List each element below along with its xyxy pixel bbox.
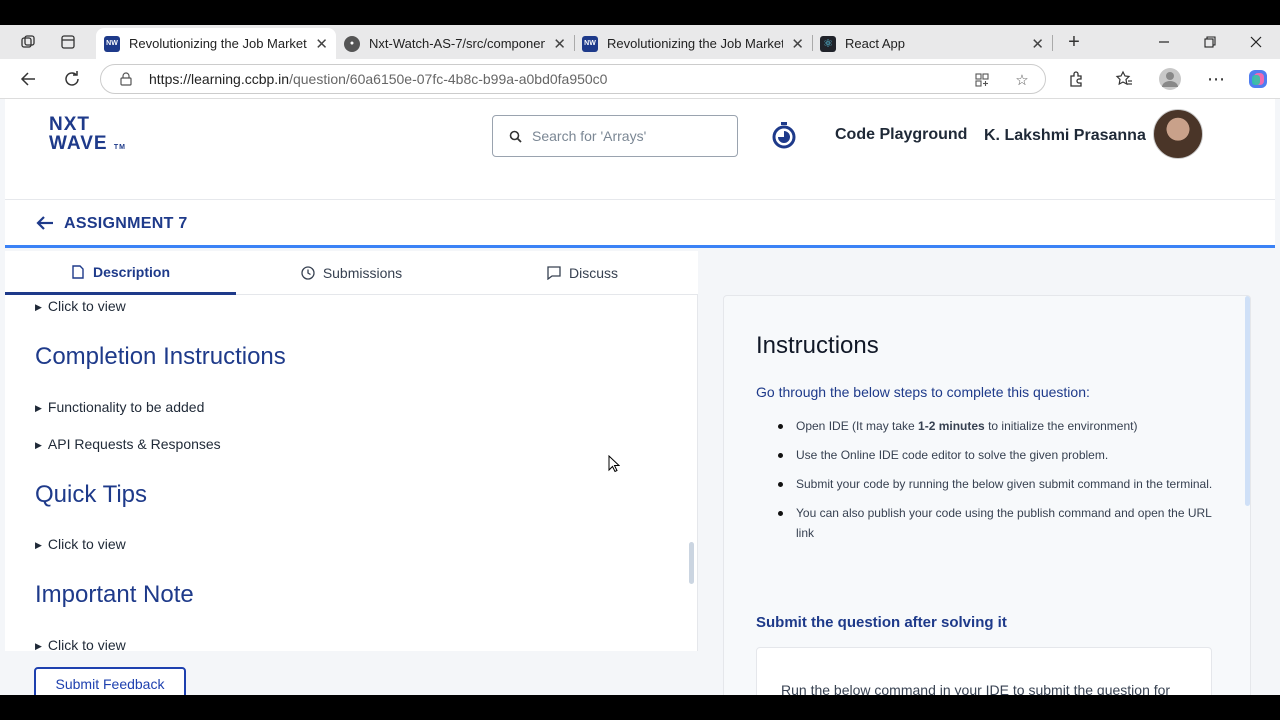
search-box[interactable] — [492, 115, 738, 157]
browser-tab-4[interactable]: ⚛ React App ✕ — [812, 28, 1052, 59]
document-icon — [71, 264, 85, 279]
copilot-icon[interactable] — [1244, 65, 1272, 93]
nxtwave-favicon-icon: NW — [582, 35, 598, 52]
browser-window: NW Revolutionizing the Job Market | N ✕ … — [0, 25, 1280, 695]
panel-tabs: Description Submissions Discuss — [5, 251, 698, 295]
scrollbar-thumb[interactable] — [689, 542, 694, 584]
avatar[interactable] — [1153, 109, 1203, 159]
close-tab-icon[interactable]: ✕ — [1031, 35, 1044, 53]
close-tab-icon[interactable]: ✕ — [553, 35, 566, 53]
mouse-cursor-icon — [608, 454, 621, 473]
more-menu-icon[interactable]: ⋯ — [1202, 65, 1230, 93]
url-host: https://learning.ccbp.in — [149, 71, 290, 87]
details-toggle[interactable]: Click to view — [35, 298, 126, 314]
browser-tab-3[interactable]: NW Revolutionizing the Job Market | N ✕ — [574, 28, 812, 59]
tab-description[interactable]: Description — [5, 251, 236, 295]
section-heading: Completion Instructions — [35, 343, 286, 370]
profile-icon[interactable] — [1156, 65, 1184, 93]
chat-icon — [547, 266, 561, 280]
list-item: Use the Online IDE code editor to solve … — [778, 445, 1218, 465]
search-icon — [509, 130, 522, 143]
tab-label: Description — [92, 263, 170, 280]
new-tab-icon[interactable]: + — [1062, 28, 1086, 56]
description-panel[interactable]: Click to view Completion Instructions Fu… — [5, 295, 698, 651]
tab-title: Nxt-Watch-AS-7/src/components — [369, 36, 546, 51]
url-text[interactable]: https://learning.ccbp.in/question/60a615… — [149, 71, 607, 87]
back-arrow-icon[interactable] — [14, 65, 42, 93]
assignment-bar: ASSIGNMENT 7 — [5, 200, 1275, 248]
instructions-intro: Go through the below steps to complete t… — [756, 384, 1090, 400]
vertical-tabs-icon[interactable] — [48, 25, 88, 59]
command-card: Run the below command in your IDE to sub… — [756, 647, 1212, 695]
close-window-icon[interactable] — [1233, 25, 1279, 59]
close-tab-icon[interactable]: ✕ — [791, 35, 804, 53]
list-item: Submit your code by running the below gi… — [778, 474, 1218, 494]
list-item: Open IDE (It may take 1-2 minutes to ini… — [778, 416, 1218, 436]
react-favicon-icon: ⚛ — [820, 35, 836, 52]
step-bold: 1-2 minutes — [918, 419, 985, 433]
step-text: Open IDE (It may take — [796, 419, 919, 433]
site-header: NXT WAVE TM Code Playground K. Lakshmi P… — [5, 99, 1275, 200]
nxtwave-favicon-icon: NW — [104, 35, 120, 52]
user-name[interactable]: K. Lakshmi Prasanna — [984, 127, 1146, 145]
tab-divider — [1052, 35, 1053, 51]
code-playground-link[interactable]: Code Playground — [835, 126, 967, 144]
minimize-icon[interactable] — [1141, 25, 1187, 59]
browser-tab-1[interactable]: NW Revolutionizing the Job Market | N ✕ — [96, 28, 336, 59]
nxtwave-logo[interactable]: NXT WAVE TM — [49, 115, 126, 157]
app-available-icon[interactable] — [971, 69, 993, 91]
section-heading: Quick Tips — [35, 481, 148, 508]
details-toggle[interactable]: Click to view — [35, 637, 126, 651]
tab-label: Discuss — [568, 265, 618, 281]
assignment-title: ASSIGNMENT 7 — [64, 215, 188, 232]
clock-icon — [301, 266, 315, 280]
instructions-list: Open IDE (It may take 1-2 minutes to ini… — [778, 416, 1218, 552]
list-item: You can also publish your code using the… — [778, 503, 1218, 543]
address-toolbar: https://learning.ccbp.in/question/60a615… — [0, 59, 1280, 99]
browser-tab-2[interactable]: ● Nxt-Watch-AS-7/src/components ✕ — [336, 28, 574, 59]
search-input[interactable] — [532, 128, 722, 144]
url-path: /question/60a6150e-07fc-4b8c-b99a-a0bd0f… — [289, 71, 608, 87]
logo-line-1: NXT — [49, 114, 90, 135]
lock-icon[interactable] — [119, 71, 133, 87]
workspaces-icon[interactable] — [8, 25, 48, 59]
details-toggle[interactable]: API Requests & Responses — [35, 436, 221, 452]
address-bar[interactable]: https://learning.ccbp.in/question/60a615… — [100, 64, 1046, 94]
tab-title: Revolutionizing the Job Market | N — [129, 36, 308, 51]
instructions-panel[interactable]: Instructions Go through the below steps … — [723, 295, 1251, 695]
tab-discuss[interactable]: Discuss — [467, 251, 698, 295]
github-favicon-icon: ● — [344, 35, 360, 52]
favorites-icon[interactable] — [1110, 65, 1138, 93]
section-heading: Important Note — [35, 581, 194, 608]
scrollbar-thumb[interactable] — [1245, 296, 1250, 506]
card-text: Run the below command in your IDE to sub… — [781, 682, 1171, 695]
instructions-title: Instructions — [756, 332, 879, 359]
tab-label: Submissions — [322, 265, 403, 281]
submit-feedback-button[interactable]: Submit Feedback — [34, 667, 186, 695]
tab-title: Revolutionizing the Job Market | N — [607, 36, 784, 51]
details-toggle[interactable]: Click to view — [35, 536, 126, 552]
tab-submissions[interactable]: Submissions — [236, 251, 467, 295]
restore-icon[interactable] — [1187, 25, 1233, 59]
step-text: to initialize the environment) — [984, 419, 1138, 433]
stopwatch-icon[interactable] — [771, 121, 797, 149]
web-page: NXT WAVE TM Code Playground K. Lakshmi P… — [0, 99, 1280, 695]
favorite-star-icon[interactable]: ☆ — [1011, 69, 1033, 91]
submit-heading: Submit the question after solving it — [756, 614, 1007, 631]
extensions-icon[interactable] — [1062, 65, 1090, 93]
back-arrow-icon[interactable] — [35, 214, 55, 238]
tab-strip: NW Revolutionizing the Job Market | N ✕ … — [0, 25, 1280, 59]
logo-line-2: WAVE — [49, 133, 108, 154]
tab-title: React App — [845, 36, 905, 51]
close-tab-icon[interactable]: ✕ — [315, 35, 328, 53]
reload-icon[interactable] — [58, 65, 86, 93]
logo-tm: TM — [113, 144, 126, 151]
details-toggle[interactable]: Functionality to be added — [35, 399, 204, 415]
